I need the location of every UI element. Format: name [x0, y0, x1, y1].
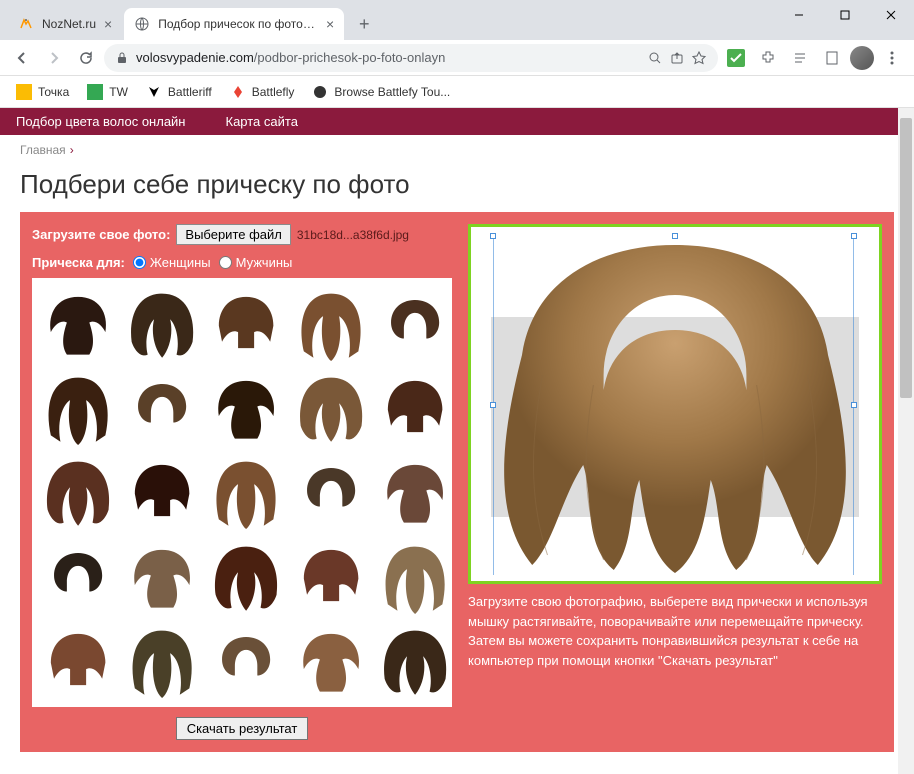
ext-note-icon[interactable]	[820, 46, 844, 70]
hairstyle-option[interactable]	[38, 621, 118, 701]
resize-handle[interactable]	[672, 233, 678, 239]
hairstyle-option[interactable]	[206, 284, 286, 364]
upload-row: Загрузите свое фото: Выберите файл 31bc1…	[32, 224, 452, 245]
tab-title: NozNet.ru	[42, 17, 96, 31]
hairstyle-option[interactable]	[291, 284, 371, 364]
hairstyle-option[interactable]	[38, 452, 118, 532]
hairstyle-option[interactable]	[375, 284, 452, 364]
bookmarks-bar: Точка TW Battleriff Battlefly Browse Bat…	[0, 76, 914, 108]
hairstyle-option[interactable]	[38, 284, 118, 364]
upload-label: Загрузите свое фото:	[32, 227, 170, 242]
right-column: Загрузите свою фотографию, выберете вид …	[468, 224, 882, 740]
forward-button[interactable]	[40, 44, 68, 72]
hairstyle-option[interactable]	[375, 452, 452, 532]
bookmark-tochka[interactable]: Точка	[8, 80, 77, 104]
globe-icon	[134, 16, 150, 32]
tab-close-icon[interactable]: ×	[104, 16, 112, 32]
hairstyle-option[interactable]	[122, 368, 202, 448]
minimize-button[interactable]	[776, 0, 822, 30]
hairstyle-option[interactable]	[38, 537, 118, 617]
hairstyle-option[interactable]	[375, 537, 452, 617]
reload-button[interactable]	[72, 44, 100, 72]
url-text: volosvypadenie.com/podbor-prichesok-po-f…	[136, 50, 640, 65]
gender-male-radio[interactable]	[219, 256, 232, 269]
ext-checkmark-icon[interactable]	[724, 46, 748, 70]
nav-link[interactable]: Подбор цвета волос онлайн	[16, 114, 186, 129]
gender-label: Прическа для:	[32, 255, 125, 270]
gender-row: Прическа для: Женщины Мужчины	[32, 255, 452, 270]
download-button[interactable]: Скачать результат	[176, 717, 309, 740]
url-input[interactable]: volosvypadenie.com/podbor-prichesok-po-f…	[104, 44, 718, 72]
filename-text: 31bc18d...a38f6d.jpg	[297, 228, 409, 242]
hairstyle-option[interactable]	[38, 368, 118, 448]
gender-female-radio[interactable]	[133, 256, 146, 269]
bookmark-icon[interactable]	[692, 51, 706, 65]
gender-male-label[interactable]: Мужчины	[236, 255, 293, 270]
file-select-button[interactable]: Выберите файл	[176, 224, 290, 245]
bookmark-tw[interactable]: TW	[79, 80, 136, 104]
hairstyle-option[interactable]	[122, 537, 202, 617]
preview-canvas[interactable]	[468, 224, 882, 584]
hairstyle-option[interactable]	[206, 368, 286, 448]
maximize-button[interactable]	[822, 0, 868, 30]
gender-female-label[interactable]: Женщины	[150, 255, 211, 270]
close-window-button[interactable]	[868, 0, 914, 30]
resize-handle[interactable]	[490, 233, 496, 239]
hairstyle-option[interactable]	[122, 621, 202, 701]
site-navigation: Подбор цвета волос онлайн Карта сайта	[0, 108, 914, 135]
hairstyle-grid[interactable]	[32, 278, 452, 707]
profile-avatar[interactable]	[850, 46, 874, 70]
bookmark-battlefy[interactable]: Browse Battlefy Tou...	[304, 80, 458, 104]
nav-link[interactable]: Карта сайта	[226, 114, 298, 129]
lock-icon	[116, 52, 128, 64]
breadcrumb-home[interactable]: Главная	[20, 143, 66, 157]
resize-handle[interactable]	[851, 233, 857, 239]
bookmark-battleriff[interactable]: Battleriff	[138, 80, 220, 104]
page-scrollbar[interactable]	[898, 108, 914, 774]
main-panel: Загрузите свое фото: Выберите файл 31bc1…	[20, 212, 894, 752]
hairstyle-option[interactable]	[291, 452, 371, 532]
scrollbar-thumb[interactable]	[900, 118, 912, 398]
page-content: Подбор цвета волос онлайн Карта сайта Гл…	[0, 108, 914, 774]
browser-toolbar: volosvypadenie.com/podbor-prichesok-po-f…	[0, 40, 914, 76]
tab-title: Подбор причесок по фото онла	[158, 17, 318, 31]
tab-active[interactable]: Подбор причесок по фото онла ×	[124, 8, 344, 40]
bookmark-battlefly[interactable]: Battlefly	[222, 80, 303, 104]
hairstyle-option[interactable]	[206, 452, 286, 532]
hairstyle-option[interactable]	[122, 284, 202, 364]
tab-noznet[interactable]: NozNet.ru ×	[8, 8, 122, 40]
chevron-right-icon: ›	[70, 143, 74, 157]
hairstyle-option[interactable]	[291, 368, 371, 448]
hairstyle-option[interactable]	[206, 621, 286, 701]
resize-handle[interactable]	[490, 402, 496, 408]
hairstyle-option[interactable]	[375, 621, 452, 701]
hairstyle-option[interactable]	[122, 452, 202, 532]
resize-handle[interactable]	[851, 402, 857, 408]
hair-overlay[interactable]	[471, 235, 879, 575]
zoom-icon[interactable]	[648, 51, 662, 65]
hairstyle-option[interactable]	[206, 537, 286, 617]
back-button[interactable]	[8, 44, 36, 72]
share-icon[interactable]	[670, 51, 684, 65]
new-tab-button[interactable]: +	[350, 10, 378, 38]
ext-list-icon[interactable]	[788, 46, 812, 70]
breadcrumb: Главная ›	[0, 135, 914, 161]
extensions-icon[interactable]	[756, 46, 780, 70]
instructions-text: Загрузите свою фотографию, выберете вид …	[468, 592, 882, 670]
hairstyle-option[interactable]	[375, 368, 452, 448]
browser-titlebar: NozNet.ru × Подбор причесок по фото онла…	[0, 0, 914, 40]
page-title: Подбери себе прическу по фото	[0, 161, 914, 212]
left-column: Загрузите свое фото: Выберите файл 31bc1…	[32, 224, 452, 740]
noznet-favicon	[18, 16, 34, 32]
hairstyle-option[interactable]	[291, 537, 371, 617]
tab-close-icon[interactable]: ×	[326, 16, 334, 32]
hairstyle-option[interactable]	[291, 621, 371, 701]
menu-button[interactable]	[878, 44, 906, 72]
